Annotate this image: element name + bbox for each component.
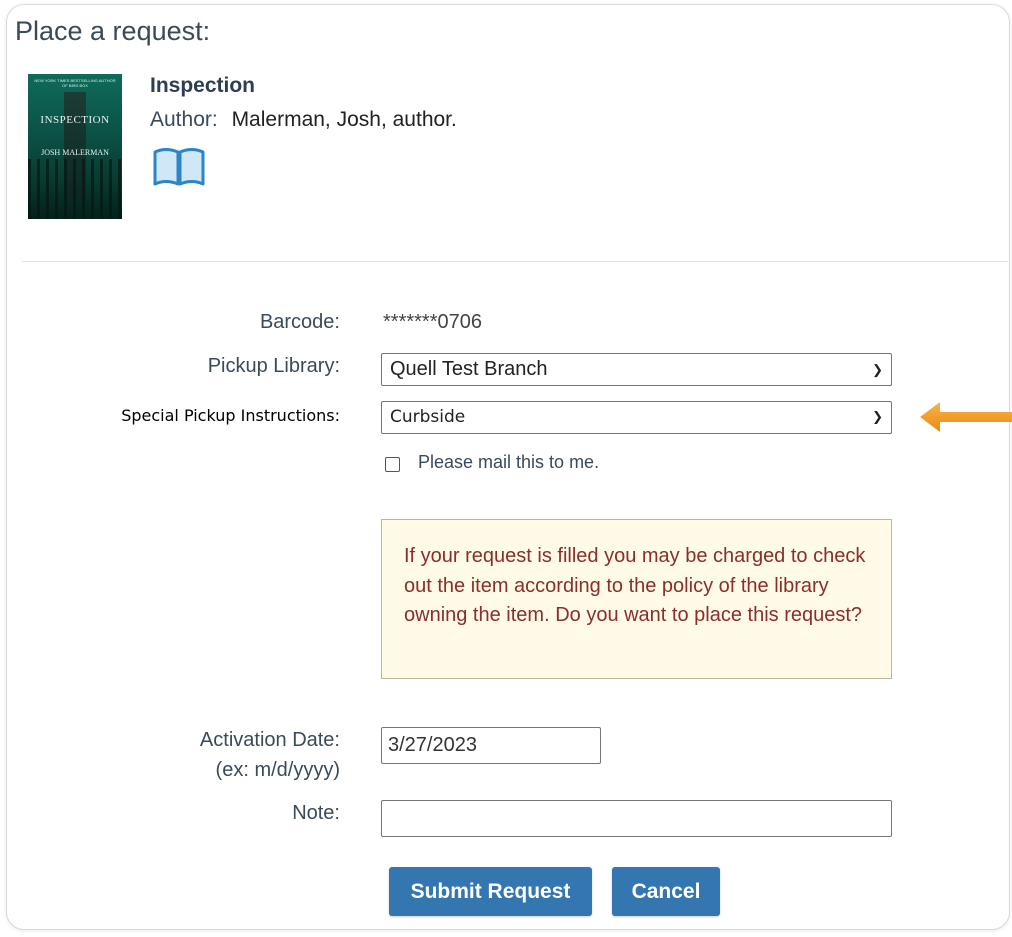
section-divider bbox=[22, 261, 1008, 262]
arrow-left-icon bbox=[920, 400, 1012, 439]
pickup-library-label: Pickup Library: bbox=[207, 355, 340, 377]
mail-checkbox-label[interactable]: Please mail this to me. bbox=[418, 452, 599, 473]
author-value: Malerman, Josh, author. bbox=[231, 108, 457, 131]
page-heading: Place a request: bbox=[15, 16, 211, 46]
activation-date-label: Activation Date: bbox=[199, 729, 340, 751]
barcode-label: Barcode: bbox=[259, 311, 340, 333]
cancel-button[interactable]: Cancel bbox=[612, 867, 720, 916]
special-pickup-label: Special Pickup Instructions: bbox=[121, 406, 340, 425]
submit-request-button[interactable]: Submit Request bbox=[389, 867, 592, 916]
cover-trees bbox=[28, 159, 122, 219]
barcode-value: *******0706 bbox=[383, 311, 482, 333]
chevron-down-icon: ❯ bbox=[872, 410, 883, 425]
author-row: Author: Malerman, Josh, author. bbox=[150, 108, 457, 132]
activation-date-hint: (ex: m/d/yyyy) bbox=[215, 759, 340, 781]
chevron-down-icon: ❯ bbox=[872, 362, 883, 377]
charge-notice: If your request is filled you may be cha… bbox=[381, 519, 892, 679]
book-cover-image[interactable]: NEW YORK TIMES BESTSELLING AUTHOR OF BIR… bbox=[28, 74, 122, 219]
pickup-library-selected: Quell Test Branch bbox=[390, 358, 548, 380]
cover-title: INSPECTION bbox=[40, 114, 110, 126]
special-pickup-selected: Curbside bbox=[390, 407, 466, 427]
note-label: Note: bbox=[292, 802, 340, 824]
author-label: Author: bbox=[150, 108, 218, 131]
note-input[interactable] bbox=[381, 800, 892, 837]
activation-date-input[interactable]: 3/27/2023 bbox=[381, 727, 601, 764]
mail-checkbox[interactable] bbox=[385, 457, 400, 472]
cover-author: JOSH MALERMAN bbox=[41, 148, 109, 157]
cover-tagline: NEW YORK TIMES BESTSELLING AUTHOR OF BIR… bbox=[34, 78, 116, 88]
book-icon bbox=[152, 146, 206, 191]
special-pickup-select[interactable]: Curbside ❯ bbox=[381, 401, 892, 434]
item-title[interactable]: Inspection bbox=[150, 74, 255, 98]
pickup-library-select[interactable]: Quell Test Branch ❯ bbox=[381, 353, 892, 386]
